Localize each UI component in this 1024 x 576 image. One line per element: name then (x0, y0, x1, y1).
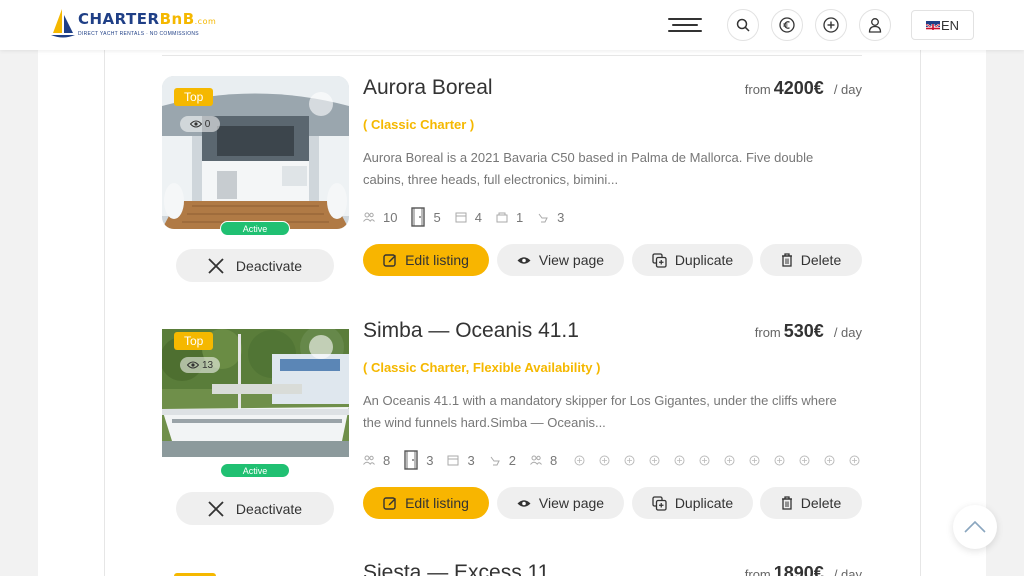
beds-feature: 3 (447, 453, 475, 468)
view-page-button[interactable]: View page (497, 244, 624, 276)
toilet-icon (490, 456, 500, 465)
eye-icon (517, 256, 531, 264)
close-icon (208, 500, 224, 517)
share-icon[interactable] (309, 335, 333, 359)
amenity-icon (798, 454, 811, 467)
duplicate-button[interactable]: Duplicate (632, 244, 753, 276)
uk-flag-icon (925, 20, 940, 30)
listing-description: Aurora Boreal is a 2021 Bavaria C50 base… (363, 150, 814, 187)
bathroom-icon (496, 212, 508, 222)
amenity-icon (648, 454, 661, 467)
duplicate-button[interactable]: Duplicate (632, 487, 753, 519)
edit-icon (383, 254, 397, 267)
close-icon (208, 257, 224, 274)
user-icon (868, 18, 882, 33)
top-badge: Top (174, 332, 214, 350)
bed-icon (447, 455, 459, 465)
deactivate-button[interactable]: Deactivate (176, 492, 334, 525)
trash-icon (781, 253, 792, 267)
listing-card: Top 0 Active Deactivate Aurora Boreal fr… (162, 76, 862, 296)
toilets-feature: 3 (537, 210, 564, 225)
logo-wordmark: CHARTERBnB.com (78, 10, 217, 28)
guests-feature: 10 (363, 210, 397, 225)
feature-row: 8 3 3 2 8 (363, 450, 873, 470)
add-listing-button[interactable] (815, 9, 847, 41)
listing-card: Siesta — Excess 11 from 1890€ / day (162, 561, 862, 576)
edit-listing-button[interactable]: Edit listing (363, 487, 489, 519)
status-badge: Active (220, 221, 290, 236)
listing-category: ( Classic Charter, Flexible Availability… (363, 360, 601, 375)
beds-feature: 4 (455, 210, 482, 225)
amenity-icon (723, 454, 736, 467)
delete-button[interactable]: Delete (760, 244, 862, 276)
scroll-to-top-button[interactable] (953, 505, 997, 549)
amenity-icon (748, 454, 761, 467)
duplicate-icon (652, 252, 667, 268)
listing-title[interactable]: Simba — Oceanis 41.1 (363, 319, 579, 343)
amenity-icon (573, 454, 586, 467)
cabin-door-icon (404, 450, 418, 470)
status-badge: Active (220, 463, 290, 478)
search-icon (736, 18, 750, 32)
share-icon[interactable] (309, 92, 333, 116)
listing-title[interactable]: Aurora Boreal (363, 76, 493, 100)
amenity-icon (673, 454, 686, 467)
listing-photo[interactable]: Top 13 (162, 329, 349, 457)
view-count: 13 (180, 357, 220, 373)
listing-title[interactable]: Siesta — Excess 11 (363, 561, 549, 576)
amenity-icon (848, 454, 861, 467)
toilets-feature: 2 (489, 453, 516, 468)
amenity-icon (598, 454, 611, 467)
listing-description: An Oceanis 41.1 with a mandatory skipper… (363, 393, 837, 430)
eye-icon (517, 499, 531, 507)
bed-icon (455, 212, 467, 222)
amenity-icon (623, 454, 636, 467)
guests-feature: 8 (363, 453, 390, 468)
plus-circle-icon (823, 17, 839, 33)
language-label: EN (940, 17, 960, 33)
logo-tagline: DIRECT YACHT RENTALS · NO COMMISSIONS (78, 31, 199, 37)
listing-photo[interactable]: Top 0 (162, 76, 349, 229)
bathrooms-feature: 1 (496, 210, 523, 225)
cabins-feature: 3 (404, 450, 433, 470)
menu-icon[interactable] (668, 17, 702, 33)
listing-price: from 530€ / day (754, 321, 862, 341)
chevron-up-icon (964, 521, 986, 533)
crew-feature: 8 (530, 453, 557, 468)
account-button[interactable] (859, 9, 891, 41)
language-selector[interactable]: EN (911, 10, 974, 40)
listing-category: ( Classic Charter ) (363, 117, 475, 132)
crew-icon (530, 455, 542, 465)
currency-button[interactable] (771, 9, 803, 41)
cabins-feature: 5 (411, 207, 441, 227)
amenity-icon (823, 454, 836, 467)
edit-listing-button[interactable]: Edit listing (363, 244, 489, 276)
delete-button[interactable]: Delete (760, 487, 862, 519)
duplicate-icon (652, 495, 667, 511)
view-page-button[interactable]: View page (497, 487, 624, 519)
logo[interactable]: CHARTERBnB.com DIRECT YACHT RENTALS · NO… (50, 7, 216, 41)
edit-icon (383, 497, 397, 510)
search-button[interactable] (727, 9, 759, 41)
listing-card: Top 13 Active Deactivate Simba — Oceanis… (162, 319, 862, 539)
amenity-icon (773, 454, 786, 467)
guests-icon (363, 455, 375, 465)
amenity-icon (698, 454, 711, 467)
euro-icon (779, 17, 795, 33)
feature-row: 10 5 4 1 3 (363, 207, 578, 227)
deactivate-button[interactable]: Deactivate (176, 249, 334, 282)
view-count: 0 (180, 116, 220, 132)
listing-price: from 4200€ / day (744, 78, 862, 98)
amenity-icons (573, 454, 873, 467)
guests-icon (363, 212, 375, 222)
cabin-door-icon (411, 207, 426, 227)
trash-icon (781, 496, 792, 510)
eye-icon (189, 120, 202, 128)
eye-icon (186, 361, 199, 369)
site-header: CHARTERBnB.com DIRECT YACHT RENTALS · NO… (0, 0, 1024, 50)
top-badge: Top (174, 88, 214, 106)
toilet-icon (538, 213, 548, 222)
listing-price: from 1890€ / day (744, 563, 862, 576)
sailboat-logo-icon (50, 7, 76, 41)
